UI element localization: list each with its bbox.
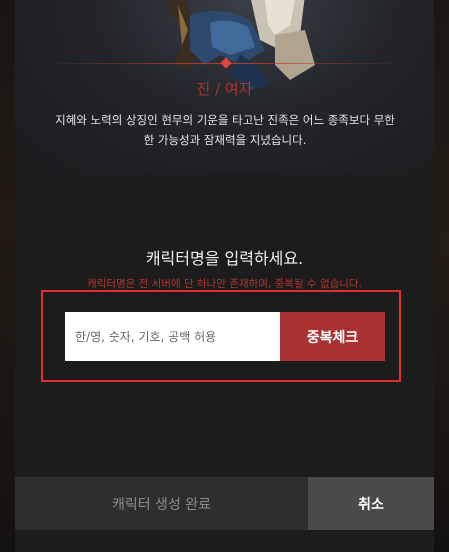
race-description: 지혜와 노력의 상징인 현무의 기운을 타고난 진족은 어느 종족보다 무한 한… (40, 110, 410, 150)
race-description-line-1: 지혜와 노력의 상징인 현무의 기운을 타고난 진족은 어느 종족보다 무한 (55, 113, 395, 127)
character-name-input[interactable] (65, 312, 280, 361)
create-character-button[interactable]: 캐릭터 생성 완료 (15, 477, 308, 530)
name-prompt-title: 캐릭터명을 입력하세요. (145, 249, 304, 268)
duplicate-check-button[interactable]: 중복체크 (280, 312, 385, 361)
race-description-line-2: 한 가능성과 잠재력을 지녔습니다. (143, 133, 307, 147)
cancel-button[interactable]: 취소 (308, 477, 434, 530)
name-rule-note: 캐릭터명은 전 서버에 단 하나만 존재하며, 중복될 수 없습니다. (87, 278, 362, 290)
race-gender-label: 진 / 여자 (196, 80, 253, 98)
